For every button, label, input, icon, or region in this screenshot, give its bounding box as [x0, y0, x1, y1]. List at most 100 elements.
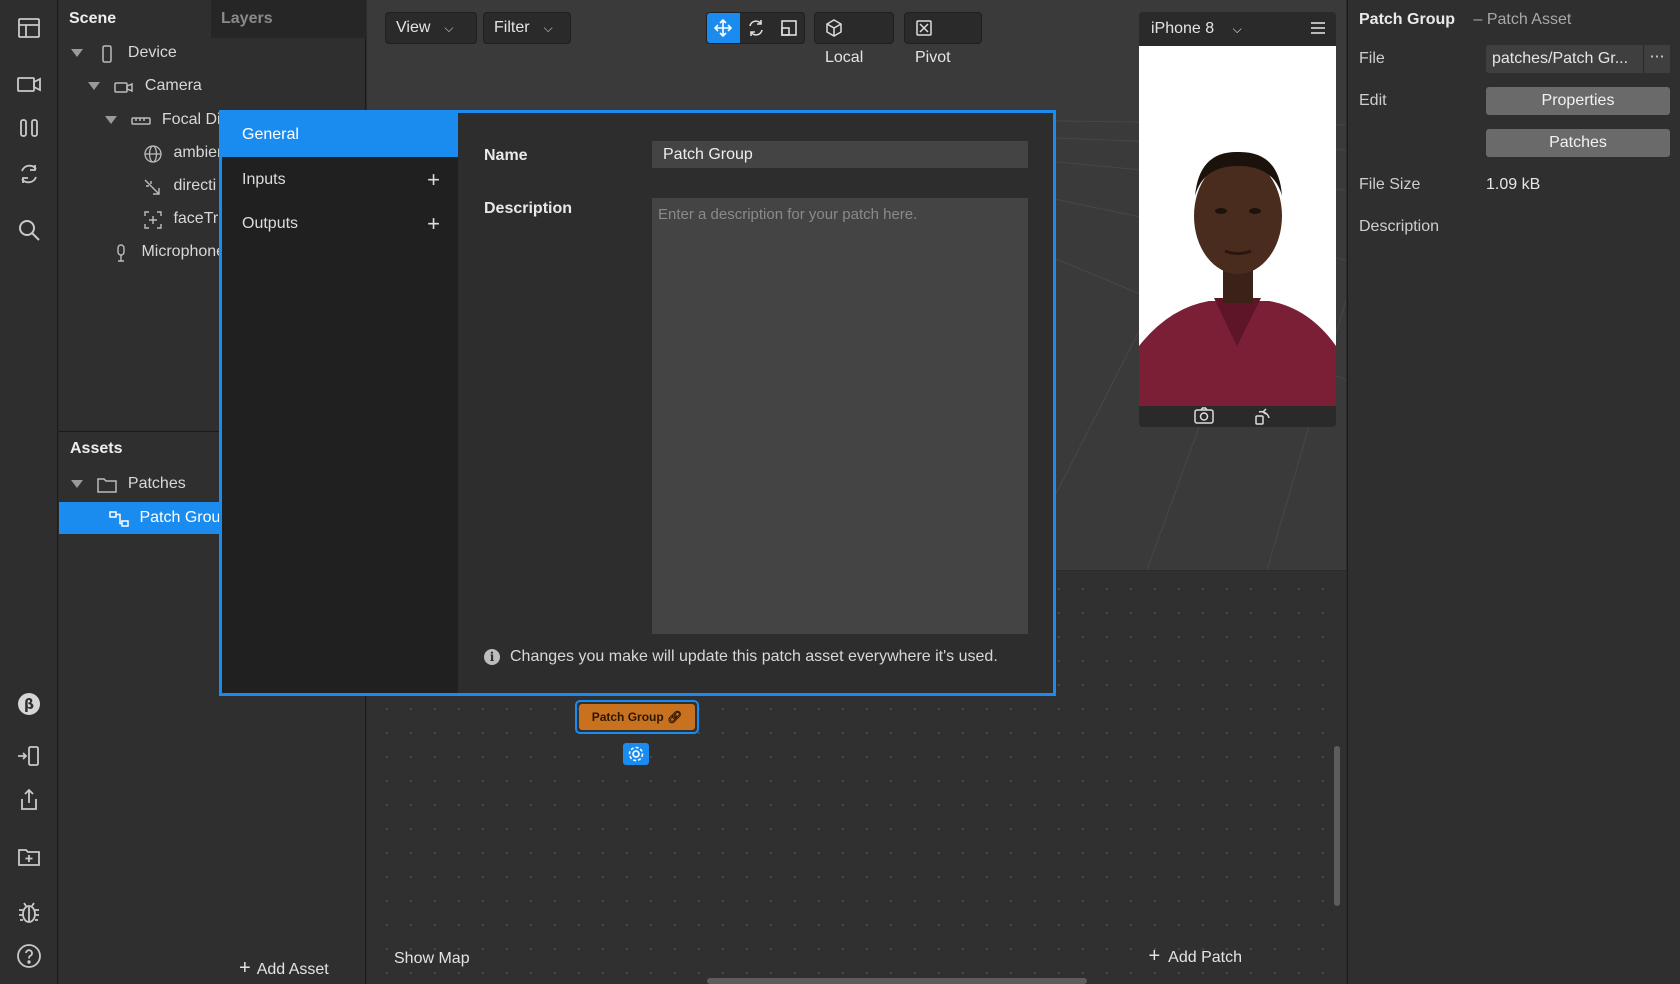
name-input[interactable] — [652, 141, 1028, 168]
tree-item-microphone[interactable]: Microphone — [111, 237, 225, 267]
pause-icon[interactable] — [15, 114, 43, 142]
properties-header: Patch Group – Patch Asset — [1359, 11, 1571, 29]
nav-outputs[interactable]: Outputs + — [222, 202, 458, 246]
plus-icon: + — [1148, 945, 1161, 967]
patch-group-node[interactable]: Patch Group 🔗︎ — [575, 700, 699, 734]
folder-icon — [97, 475, 118, 493]
scale-tool[interactable] — [773, 13, 806, 43]
nav-general[interactable]: General — [222, 113, 458, 157]
add-patch-label: Add Patch — [1168, 949, 1242, 966]
tree-item-label: Camera — [144, 77, 202, 94]
chevron-down-icon: ⌵ — [543, 21, 553, 35]
tree-item-focal-distance[interactable]: Focal Dis — [105, 105, 229, 135]
upload-icon[interactable] — [15, 786, 43, 814]
asset-item-patch-group[interactable]: Patch Grou — [59, 502, 220, 534]
vertical-scrollbar[interactable] — [1334, 746, 1340, 906]
tree-item-label: directi — [173, 177, 217, 194]
tree-item-facetracker[interactable]: faceTra — [143, 204, 227, 234]
directional-light-icon — [143, 177, 163, 195]
view-label: View — [396, 19, 431, 36]
properties-button[interactable]: Properties — [1486, 87, 1670, 115]
camera-preview — [1139, 46, 1336, 406]
gear-icon — [628, 746, 644, 762]
face-tracker-icon — [143, 210, 163, 229]
expand-arrow-icon[interactable] — [71, 479, 83, 488]
file-label: File — [1359, 50, 1385, 67]
nav-inputs-label: Inputs — [242, 171, 286, 188]
name-label: Name — [484, 147, 528, 164]
tree-item-ambient[interactable]: ambien — [143, 138, 226, 168]
expand-arrow-icon[interactable] — [71, 48, 83, 57]
move-tool[interactable] — [707, 13, 740, 43]
view-dropdown[interactable]: View ⌵ — [385, 12, 477, 44]
node-settings-button[interactable] — [623, 743, 649, 765]
person-image — [1139, 46, 1336, 406]
file-path-value: patches/Patch Gr... — [1492, 50, 1629, 67]
simulator-panel: iPhone 8 ⌵ — [1139, 12, 1336, 427]
tree-item-label: Device — [127, 44, 177, 61]
refresh-icon[interactable] — [15, 160, 43, 188]
video-icon[interactable] — [15, 70, 43, 98]
tree-item-label: Microphone — [141, 243, 226, 260]
tab-scene[interactable]: Scene — [59, 0, 211, 38]
tree-item-directional[interactable]: directi — [143, 171, 216, 201]
asset-row: Patch Grou — [109, 503, 220, 533]
search-icon[interactable] — [15, 216, 43, 244]
asset-label: Patch Grou — [139, 509, 221, 526]
beta-icon[interactable]: β — [15, 690, 43, 718]
horizontal-scrollbar[interactable] — [707, 978, 1087, 984]
pivot-icon — [916, 20, 932, 36]
simulator-controls — [1139, 406, 1336, 427]
link-icon: 🔗︎ — [667, 710, 683, 724]
add-patch-button[interactable]: + Add Patch — [1148, 945, 1242, 968]
tree-item-device[interactable]: Device — [71, 38, 177, 68]
add-asset-button[interactable]: + Add Asset — [239, 957, 329, 980]
local-toggle[interactable]: Local — [814, 12, 894, 66]
info-icon: i — [484, 649, 500, 665]
properties-panel: Patch Group – Patch Asset File patches/P… — [1347, 0, 1680, 984]
folder-patches[interactable]: Patches — [71, 469, 186, 499]
flip-camera-icon[interactable] — [1193, 406, 1215, 426]
pivot-label: Pivot — [915, 49, 951, 66]
plus-icon: + — [239, 957, 251, 979]
chevron-down-icon: ⌵ — [444, 21, 454, 35]
add-output-icon[interactable]: + — [427, 202, 440, 246]
tab-layers[interactable]: Layers — [211, 0, 366, 38]
more-options-icon[interactable]: ⋯ — [1643, 45, 1670, 73]
device-label: iPhone 8 — [1151, 20, 1215, 37]
local-label: Local — [825, 49, 864, 66]
globe-icon — [143, 144, 163, 163]
patch-node-body: Patch Group 🔗︎ — [579, 704, 695, 730]
rotate-device-icon[interactable] — [1253, 406, 1273, 426]
help-icon[interactable] — [15, 942, 43, 970]
device-selector[interactable]: iPhone 8 ⌵ — [1139, 12, 1336, 46]
pivot-toggle[interactable]: Pivot — [904, 12, 982, 66]
menu-icon[interactable] — [1310, 20, 1326, 36]
nav-inputs[interactable]: Inputs + — [222, 158, 458, 202]
info-note: i Changes you make will update this patch… — [484, 648, 998, 666]
chevron-down-icon: ⌵ — [1232, 22, 1242, 36]
folder-label: Patches — [127, 475, 186, 492]
svg-text:β: β — [24, 697, 34, 713]
description-input[interactable] — [652, 198, 1028, 634]
filter-label: Filter — [494, 19, 530, 36]
expand-arrow-icon[interactable] — [105, 115, 117, 124]
tree-item-camera[interactable]: Camera — [88, 71, 202, 101]
add-input-icon[interactable]: + — [427, 158, 440, 202]
file-size-label: File Size — [1359, 176, 1421, 193]
nav-general-label: General — [242, 126, 299, 143]
microphone-icon — [111, 243, 131, 262]
assets-title: Assets — [70, 440, 123, 457]
filter-dropdown[interactable]: Filter ⌵ — [483, 12, 571, 44]
rotate-tool[interactable] — [740, 13, 773, 43]
edit-label: Edit — [1359, 92, 1387, 109]
layout-icon[interactable] — [15, 14, 43, 42]
bug-icon[interactable] — [15, 898, 43, 926]
add-folder-icon[interactable] — [15, 842, 43, 870]
show-map-button[interactable]: Show Map — [394, 950, 470, 968]
expand-arrow-icon[interactable] — [88, 81, 100, 90]
patch-asset-dialog: General Inputs + Outputs + Name Descriptio… — [219, 110, 1056, 696]
send-to-device-icon[interactable] — [15, 742, 43, 770]
cube-icon — [826, 18, 842, 37]
patches-button[interactable]: Patches — [1486, 129, 1670, 157]
